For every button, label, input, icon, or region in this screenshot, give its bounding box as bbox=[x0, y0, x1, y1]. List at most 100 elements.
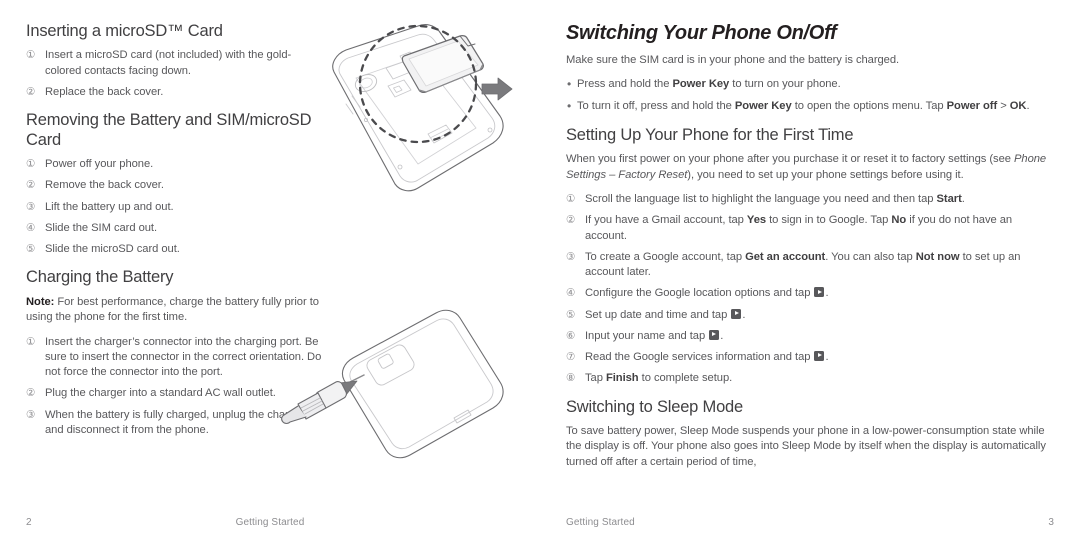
list-item: • To turn it off, press and hold the Powe… bbox=[566, 99, 1054, 115]
step-text-post: . bbox=[742, 308, 746, 321]
note-text: For best performance, charge the battery… bbox=[26, 295, 319, 324]
list-inserting-microsd: ① Insert a microSD card (not included) w… bbox=[26, 48, 326, 100]
manual-spread: Inserting a microSD™ Card ① Insert a mic… bbox=[0, 0, 1080, 540]
step-number-2: ② bbox=[26, 179, 36, 192]
step-text-pre: If you have a Gmail account, tap bbox=[585, 214, 747, 227]
heading-inserting-microsd: Inserting a microSD™ Card bbox=[26, 22, 223, 40]
step-bold-not-now: Not now bbox=[915, 250, 960, 263]
step-number-4: ④ bbox=[566, 287, 576, 300]
heading-removing-battery: Removing the Battery and SIM/microSD Car… bbox=[26, 111, 312, 149]
list-item: ③ To create a Google account, tap Get an … bbox=[566, 250, 1054, 280]
list-item: ① Power off your phone. bbox=[26, 157, 326, 172]
list-item: ② Remove the back cover. bbox=[26, 178, 326, 193]
step-text: Insert a microSD card (not included) wit… bbox=[45, 49, 292, 77]
step-text-pre: To create a Google account, tap bbox=[585, 250, 746, 263]
bullet-bold-ok: OK bbox=[1009, 100, 1027, 113]
step-text-pre: Tap bbox=[585, 372, 606, 385]
step-text-pre: Set up date and time and tap bbox=[585, 308, 731, 321]
step-number-5: ⑤ bbox=[26, 243, 36, 256]
list-item: ④ Configure the Google location options a… bbox=[566, 286, 1054, 301]
step-text: Plug the charger into a standard AC wall… bbox=[45, 387, 276, 400]
setup-intro-pre: When you first power on your phone after… bbox=[566, 153, 1014, 166]
bullet-text-pre: Press and hold the bbox=[577, 78, 673, 91]
step-text-post: . bbox=[961, 193, 965, 206]
step-bold-yes: Yes bbox=[746, 214, 767, 227]
step-text-pre: Scroll the language list to highlight th… bbox=[585, 193, 937, 206]
step-number-1: ① bbox=[26, 158, 36, 171]
bullet-icon: • bbox=[567, 99, 572, 114]
step-text-mid: to sign in to Google. Tap bbox=[766, 214, 892, 227]
step-number-1: ① bbox=[566, 193, 576, 206]
step-text-post: to complete setup. bbox=[638, 372, 733, 385]
note-label: Note: bbox=[26, 295, 55, 308]
step-bold-start: Start bbox=[936, 193, 962, 206]
bullet-text-post: to turn on your phone. bbox=[729, 78, 841, 91]
left-page: Inserting a microSD™ Card ① Insert a mic… bbox=[0, 0, 540, 540]
step-number-5: ⑤ bbox=[566, 308, 576, 321]
step-text: Slide the SIM card out. bbox=[45, 221, 158, 234]
bullet-bold-power-off: Power off bbox=[946, 100, 998, 113]
step-text-pre: Read the Google services information and… bbox=[585, 351, 814, 364]
bullet-icon: • bbox=[567, 77, 572, 92]
right-page-number: 3 bbox=[1048, 517, 1054, 528]
step-text-post: . bbox=[720, 329, 724, 342]
heading-switching-sleep-mode: Switching to Sleep Mode bbox=[566, 397, 744, 416]
list-item: ⑥ Input your name and tap . bbox=[566, 329, 1054, 344]
step-bold-get-an-account: Get an account bbox=[745, 250, 826, 263]
right-page-footer-label: Getting Started bbox=[566, 517, 635, 528]
list-item: ⑦ Read the Google services information an… bbox=[566, 350, 1054, 365]
next-play-button-icon bbox=[731, 308, 742, 319]
list-removing-battery: ① Power off your phone. ② Remove the bac… bbox=[26, 157, 326, 257]
setup-intro: When you first power on your phone after… bbox=[566, 152, 1054, 183]
phone-with-charger-illustration bbox=[278, 298, 523, 488]
sleep-mode-text: To save battery power, Sleep Mode suspen… bbox=[566, 424, 1046, 468]
bullet-text-separator: > bbox=[997, 100, 1010, 113]
next-play-button-icon bbox=[709, 329, 720, 340]
step-number-3: ③ bbox=[26, 200, 36, 213]
list-item: ② If you have a Gmail account, tap Yes to… bbox=[566, 213, 1054, 243]
list-item: ④ Slide the SIM card out. bbox=[26, 221, 326, 236]
step-text-post: . bbox=[825, 287, 829, 300]
step-number-2: ② bbox=[566, 214, 576, 227]
step-text: When the battery is fully charged, unplu… bbox=[45, 408, 305, 436]
step-text-mid: . You can also tap bbox=[825, 250, 916, 263]
next-play-button-icon bbox=[814, 351, 825, 362]
step-text: Remove the back cover. bbox=[45, 179, 164, 192]
list-item: ⑤ Set up date and time and tap . bbox=[566, 308, 1054, 323]
step-text: Power off your phone. bbox=[45, 158, 154, 171]
step-text-pre: Configure the Google location options an… bbox=[585, 287, 814, 300]
list-item: ⑧ Tap Finish to complete setup. bbox=[566, 371, 1054, 386]
left-page-footer-label: Getting Started bbox=[235, 517, 305, 528]
step-number-3: ③ bbox=[26, 408, 36, 421]
step-bold-no: No bbox=[891, 214, 907, 227]
bullet-text-mid: to open the options menu. Tap bbox=[791, 100, 947, 113]
list-setup-steps: ① Scroll the language list to highlight t… bbox=[566, 192, 1054, 386]
bullet-bold-power-key: Power Key bbox=[672, 78, 730, 91]
list-item: • Press and hold the Power Key to turn on… bbox=[566, 77, 1054, 93]
step-text-pre: Input your name and tap bbox=[585, 329, 709, 342]
heading-setting-up-phone: Setting Up Your Phone for the First Time bbox=[566, 125, 854, 144]
heading-charging-battery: Charging the Battery bbox=[26, 268, 174, 287]
step-number-2: ② bbox=[26, 85, 36, 98]
step-number-6: ⑥ bbox=[566, 329, 576, 342]
step-number-2: ② bbox=[26, 387, 36, 400]
bullet-bold-power-key: Power Key bbox=[734, 100, 792, 113]
list-item: ③ Lift the battery up and out. bbox=[26, 200, 326, 215]
step-number-8: ⑧ bbox=[566, 372, 576, 385]
setup-intro-post: ), you need to set up your phone setting… bbox=[687, 168, 964, 181]
list-item: ① Insert a microSD card (not included) w… bbox=[26, 48, 326, 78]
bullet-text-pre: To turn it off, press and hold the bbox=[577, 100, 735, 113]
bullet-text-end: . bbox=[1026, 100, 1030, 113]
list-item: ① Scroll the language list to highlight t… bbox=[566, 192, 1054, 207]
phone-back-with-microsd-illustration bbox=[300, 12, 530, 227]
list-item: ② Replace the back cover. bbox=[26, 85, 326, 100]
step-number-7: ⑦ bbox=[566, 351, 576, 364]
step-number-3: ③ bbox=[566, 250, 576, 263]
step-number-1: ① bbox=[26, 49, 36, 62]
chapter-title: Switching Your Phone On/Off bbox=[566, 22, 837, 44]
step-number-1: ① bbox=[26, 335, 36, 348]
right-page: Switching Your Phone On/Off Make sure th… bbox=[540, 0, 1080, 540]
step-bold-finish: Finish bbox=[605, 372, 639, 385]
next-play-button-icon bbox=[814, 287, 825, 298]
power-bullets: • Press and hold the Power Key to turn on… bbox=[566, 77, 1054, 114]
